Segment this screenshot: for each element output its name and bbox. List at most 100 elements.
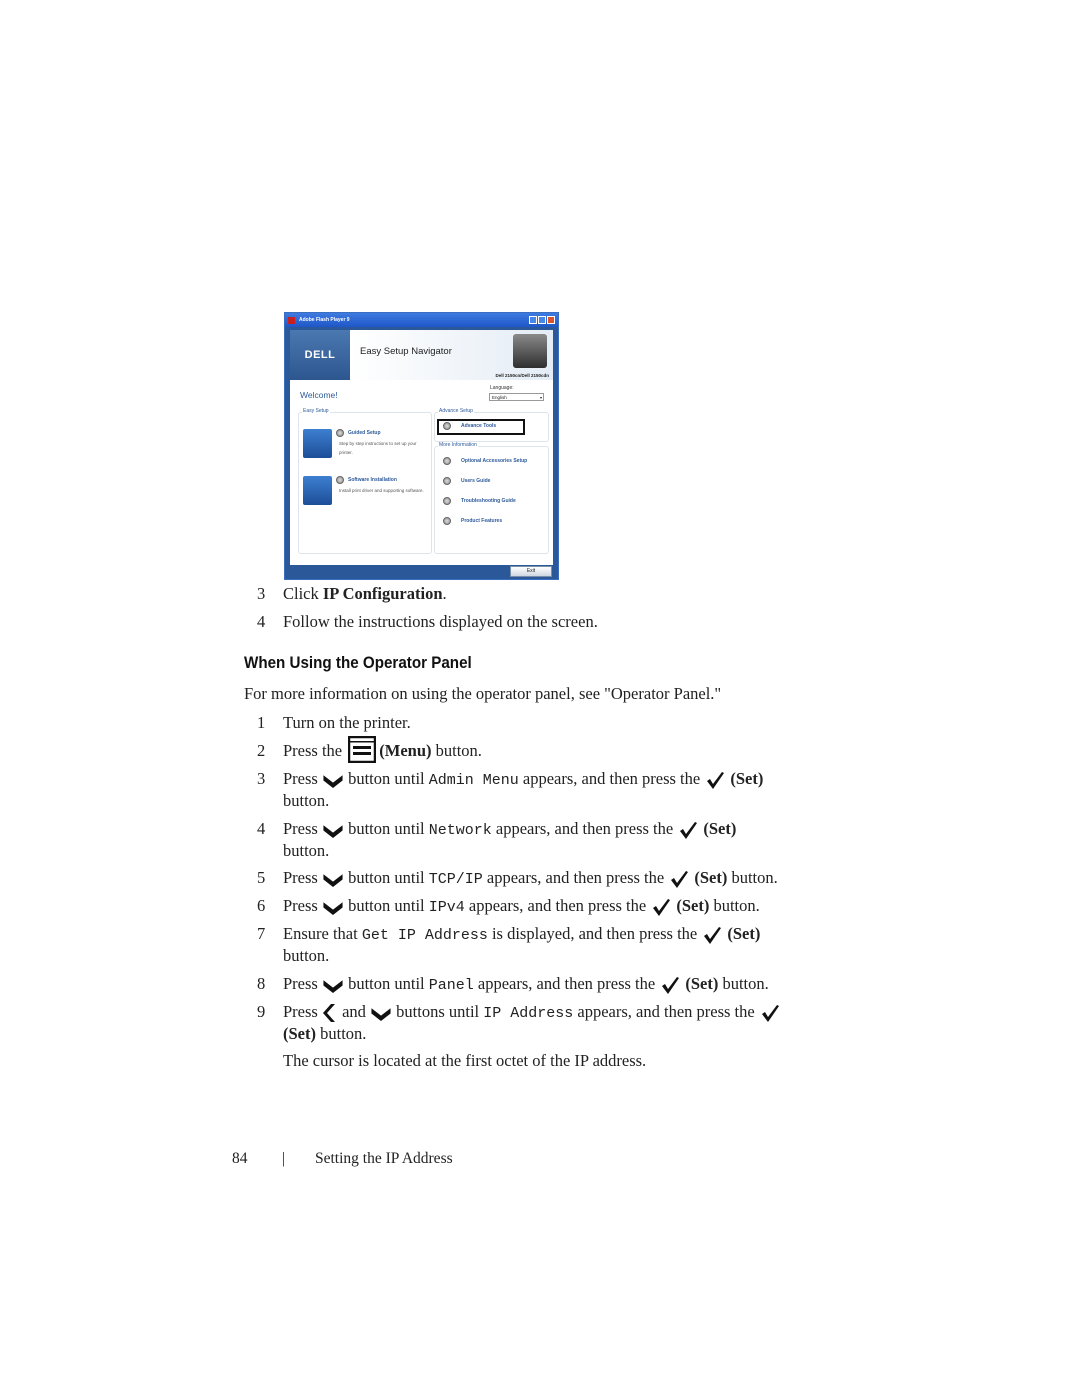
step-text: button.: [431, 741, 482, 760]
operator-step-4: 4 Press button until Network appears, an…: [257, 819, 813, 861]
operator-step-9: 9 Press and buttons until IP Address app…: [257, 1002, 823, 1044]
section-heading: When Using the Operator Panel: [244, 654, 472, 672]
step-4-follow: 4 Follow the instructions displayed on t…: [257, 612, 598, 632]
ip-configuration-label: IP Configuration: [322, 584, 443, 603]
radio-icon: [443, 517, 451, 525]
down-arrow-icon: [322, 772, 344, 789]
close-icon[interactable]: [547, 316, 555, 324]
option-label: Users Guide: [461, 478, 491, 484]
step-text: Press: [283, 769, 322, 788]
display-text-ipv4: IPv4: [428, 899, 465, 916]
step-text: .: [442, 584, 447, 603]
operator-step-5: 5 Press button until TCP/IP appears, and…: [257, 868, 823, 890]
display-text-tcpip: TCP/IP: [428, 871, 483, 888]
step-text: appears, and then press the: [464, 896, 651, 915]
guided-setup-option[interactable]: Guided Setup: [336, 429, 381, 437]
step-number: 2: [257, 741, 266, 760]
step-number: 8: [257, 974, 266, 993]
step-text: appears, and then press the: [482, 868, 669, 887]
set-label: (Set): [676, 896, 710, 915]
check-icon: [659, 975, 681, 995]
check-icon: [668, 869, 690, 889]
step-3-click: 3 Click IP Configuration.: [257, 584, 447, 604]
troubleshooting-guide-option[interactable]: Troubleshooting Guide: [443, 497, 516, 505]
set-label: (Set): [685, 974, 719, 993]
step-text: button.: [283, 841, 330, 860]
step-text: Press: [283, 1002, 322, 1021]
easy-setup-navigator-screenshot: Adobe Flash Player 9 DELL Easy Setup Nav…: [284, 312, 559, 580]
dell-logo: DELL: [304, 349, 336, 361]
radio-icon: [443, 457, 451, 465]
language-label: Language:: [490, 385, 514, 391]
users-guide-option[interactable]: Users Guide: [443, 477, 490, 485]
minimize-icon[interactable]: [529, 316, 537, 324]
step-text: Press: [283, 974, 322, 993]
step-text: button until: [343, 819, 429, 838]
advance-tools-label: Advance Tools: [461, 423, 497, 429]
advance-setup-group: Advance Setup Advance Tools: [434, 408, 549, 442]
exit-button[interactable]: Exit: [510, 566, 552, 577]
step-text: buttons until: [392, 1002, 484, 1021]
left-arrow-icon: [322, 1003, 338, 1023]
software-installation-option[interactable]: Software Installation: [336, 476, 397, 484]
step-text: button.: [283, 791, 330, 810]
printer-icon: [513, 334, 547, 368]
step-text: appears, and then press the: [473, 974, 660, 993]
software-installation-label: Software Installation: [348, 477, 397, 483]
step-text: button until: [343, 896, 429, 915]
set-label: (Set): [727, 924, 761, 943]
product-features-option[interactable]: Product Features: [443, 517, 502, 525]
cursor-note: The cursor is located at the first octet…: [283, 1051, 647, 1070]
step-text: appears, and then press the: [518, 769, 705, 788]
check-icon: [759, 1003, 781, 1023]
step-text: appears, and then press the: [573, 1002, 759, 1021]
guided-setup-desc: Step by step instructions to set up your…: [339, 441, 417, 455]
step-text: Press: [283, 896, 322, 915]
more-information-group: More Information Optional Accessories Se…: [434, 442, 549, 554]
operator-step-6: 6 Press button until IPv4 appears, and t…: [257, 896, 823, 918]
step-text: Follow the instructions displayed on the…: [283, 612, 598, 631]
step-text: is displayed, and then press the: [487, 924, 702, 943]
radio-icon: [336, 429, 344, 437]
step-number: 1: [257, 713, 266, 732]
operator-step-2: 2 Press the (Menu) button.: [257, 735, 482, 763]
page-number: 84: [232, 1150, 248, 1167]
down-arrow-icon: [370, 1005, 392, 1022]
step-text: button until: [343, 769, 429, 788]
check-icon: [650, 897, 672, 917]
step-text: Press the: [283, 741, 347, 760]
software-installation-tile-icon: [303, 476, 332, 505]
step-text: Ensure that: [283, 924, 362, 943]
step-text: appears, and then press the: [491, 819, 678, 838]
step-number: 3: [257, 769, 266, 788]
set-label: (Set): [283, 1024, 316, 1043]
display-text-panel: Panel: [428, 977, 474, 994]
footer-section-title: Setting the IP Address: [315, 1150, 453, 1167]
language-select[interactable]: English ▾: [489, 393, 544, 401]
intro-paragraph: For more information on using the operat…: [244, 684, 722, 703]
step-text: button until: [343, 974, 429, 993]
radio-icon: [443, 497, 451, 505]
radio-icon: [443, 477, 451, 485]
welcome-text: Welcome!: [300, 390, 338, 400]
advance-tools-option[interactable]: Advance Tools: [443, 422, 496, 430]
software-installation-desc: Install print driver and supporting soft…: [339, 488, 424, 493]
radio-icon: [336, 476, 344, 484]
check-icon: [677, 820, 699, 840]
printer-model: Dell 2150cn/Dell 2150cdn: [495, 373, 549, 378]
option-label: Product Features: [461, 518, 503, 524]
step-text: button until: [343, 868, 429, 887]
step-number: 9: [257, 1002, 266, 1021]
step-number: 7: [257, 924, 266, 943]
flash-app-icon: [288, 316, 295, 324]
step-number: 3: [257, 584, 266, 603]
step-text: button.: [283, 946, 330, 965]
radio-icon: [443, 422, 451, 430]
chevron-down-icon: ▾: [539, 395, 542, 400]
maximize-icon[interactable]: [538, 316, 546, 324]
check-icon: [704, 770, 726, 790]
optional-accessories-option[interactable]: Optional Accessories Setup: [443, 457, 527, 465]
display-text-ip-address: IP Address: [483, 1005, 574, 1022]
menu-icon: [348, 735, 377, 763]
operator-step-1: 1 Turn on the printer.: [257, 713, 411, 733]
